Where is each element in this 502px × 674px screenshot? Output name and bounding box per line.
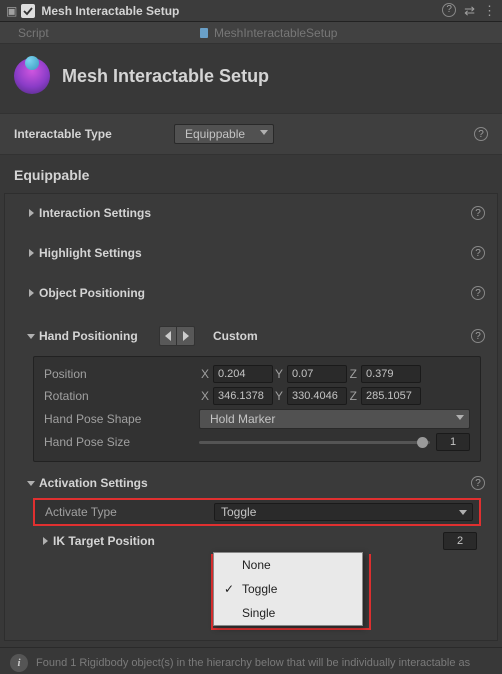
chevron-down-icon (27, 481, 35, 486)
activate-type-dropdown[interactable]: Toggle (214, 503, 473, 521)
foldout-interaction-settings[interactable]: Interaction Settings ? (19, 200, 489, 226)
hand-pose-shape-label: Hand Pose Shape (44, 412, 199, 426)
foldout-object-positioning[interactable]: Object Positioning ? (19, 280, 489, 306)
help-icon[interactable]: ? (471, 206, 485, 220)
script-row: Script MeshInteractableSetup (0, 22, 502, 44)
chevron-down-icon (260, 130, 268, 135)
script-field[interactable]: MeshInteractableSetup (198, 26, 337, 40)
hand-positioning-box: Position X0.204 Y0.07 Z0.379 Rotation X3… (33, 356, 481, 462)
help-icon[interactable]: ? (442, 3, 456, 17)
chevron-right-icon (43, 537, 48, 545)
activate-type-row: Activate Type Toggle (33, 498, 481, 526)
interactable-type-label: Interactable Type (14, 127, 174, 141)
activate-type-popup: None Toggle Single (213, 552, 363, 626)
rotation-x-field[interactable]: 346.1378 (213, 387, 273, 405)
foldout-highlight-settings[interactable]: Highlight Settings ? (19, 240, 489, 266)
hand-pose-size-label: Hand Pose Size (44, 435, 199, 449)
help-icon[interactable]: ? (471, 246, 485, 260)
rotation-y-field[interactable]: 330.4046 (287, 387, 347, 405)
help-icon[interactable]: ? (471, 329, 485, 343)
preset-icon[interactable]: ⇄ (464, 3, 475, 19)
activate-type-label: Activate Type (45, 505, 210, 519)
triangle-right-icon (183, 331, 189, 341)
mesh-logo-icon (14, 58, 50, 94)
script-file-icon (198, 27, 210, 39)
help-icon[interactable]: ? (471, 286, 485, 300)
hand-pose-size-field[interactable]: 1 (436, 433, 470, 451)
prev-button[interactable] (159, 326, 177, 346)
header-title: Mesh Interactable Setup (62, 66, 269, 87)
hand-positioning-stepper[interactable] (159, 326, 195, 346)
interactable-type-dropdown[interactable]: Equippable (174, 124, 274, 144)
position-z-field[interactable]: 0.379 (361, 365, 421, 383)
popup-item-single[interactable]: Single (214, 601, 362, 625)
help-icon[interactable]: ? (471, 476, 485, 490)
foldout-ik-target-position[interactable]: IK Target Position 2 (33, 528, 481, 554)
script-label: Script (8, 26, 198, 40)
rotation-z-field[interactable]: 285.1057 (361, 387, 421, 405)
equippable-section-title: Equippable (0, 155, 502, 193)
slider-thumb[interactable] (417, 437, 428, 448)
component-title: Mesh Interactable Setup (41, 4, 442, 18)
popup-item-none[interactable]: None (214, 553, 362, 577)
chevron-right-icon (29, 289, 34, 297)
chevron-down-icon (27, 334, 35, 339)
prefab-icon: ▣ (6, 4, 17, 18)
rotation-label: Rotation (44, 389, 199, 403)
chevron-right-icon (29, 249, 34, 257)
enabled-checkbox[interactable] (21, 4, 35, 18)
help-icon[interactable]: ? (474, 127, 488, 141)
popup-item-toggle[interactable]: Toggle (214, 577, 362, 601)
hand-pose-shape-dropdown[interactable]: Hold Marker (199, 409, 470, 429)
menu-icon[interactable]: ⋮ (483, 3, 496, 19)
inspector-titlebar: ▣ Mesh Interactable Setup ? ⇄ ⋮ (0, 0, 502, 22)
info-icon: i (10, 654, 28, 672)
foldout-hand-positioning[interactable]: Hand Positioning Custom ? (19, 320, 489, 352)
position-label: Position (44, 367, 199, 381)
hand-positioning-mode: Custom (213, 329, 258, 343)
triangle-left-icon (165, 331, 171, 341)
chevron-down-icon (459, 510, 467, 515)
position-x-field[interactable]: 0.204 (213, 365, 273, 383)
info-footer: i Found 1 Rigidbody object(s) in the hie… (0, 647, 502, 674)
foldout-activation-settings[interactable]: Activation Settings ? (19, 470, 489, 496)
chevron-right-icon (29, 209, 34, 217)
chevron-down-icon (456, 415, 464, 420)
info-text: Found 1 Rigidbody object(s) in the hiera… (36, 657, 470, 669)
hand-pose-size-slider[interactable] (199, 441, 430, 444)
next-button[interactable] (177, 326, 195, 346)
ik-count-field[interactable]: 2 (443, 532, 477, 550)
position-y-field[interactable]: 0.07 (287, 365, 347, 383)
popup-highlight-box: None Toggle Single (211, 554, 371, 630)
header: Mesh Interactable Setup (0, 44, 502, 112)
